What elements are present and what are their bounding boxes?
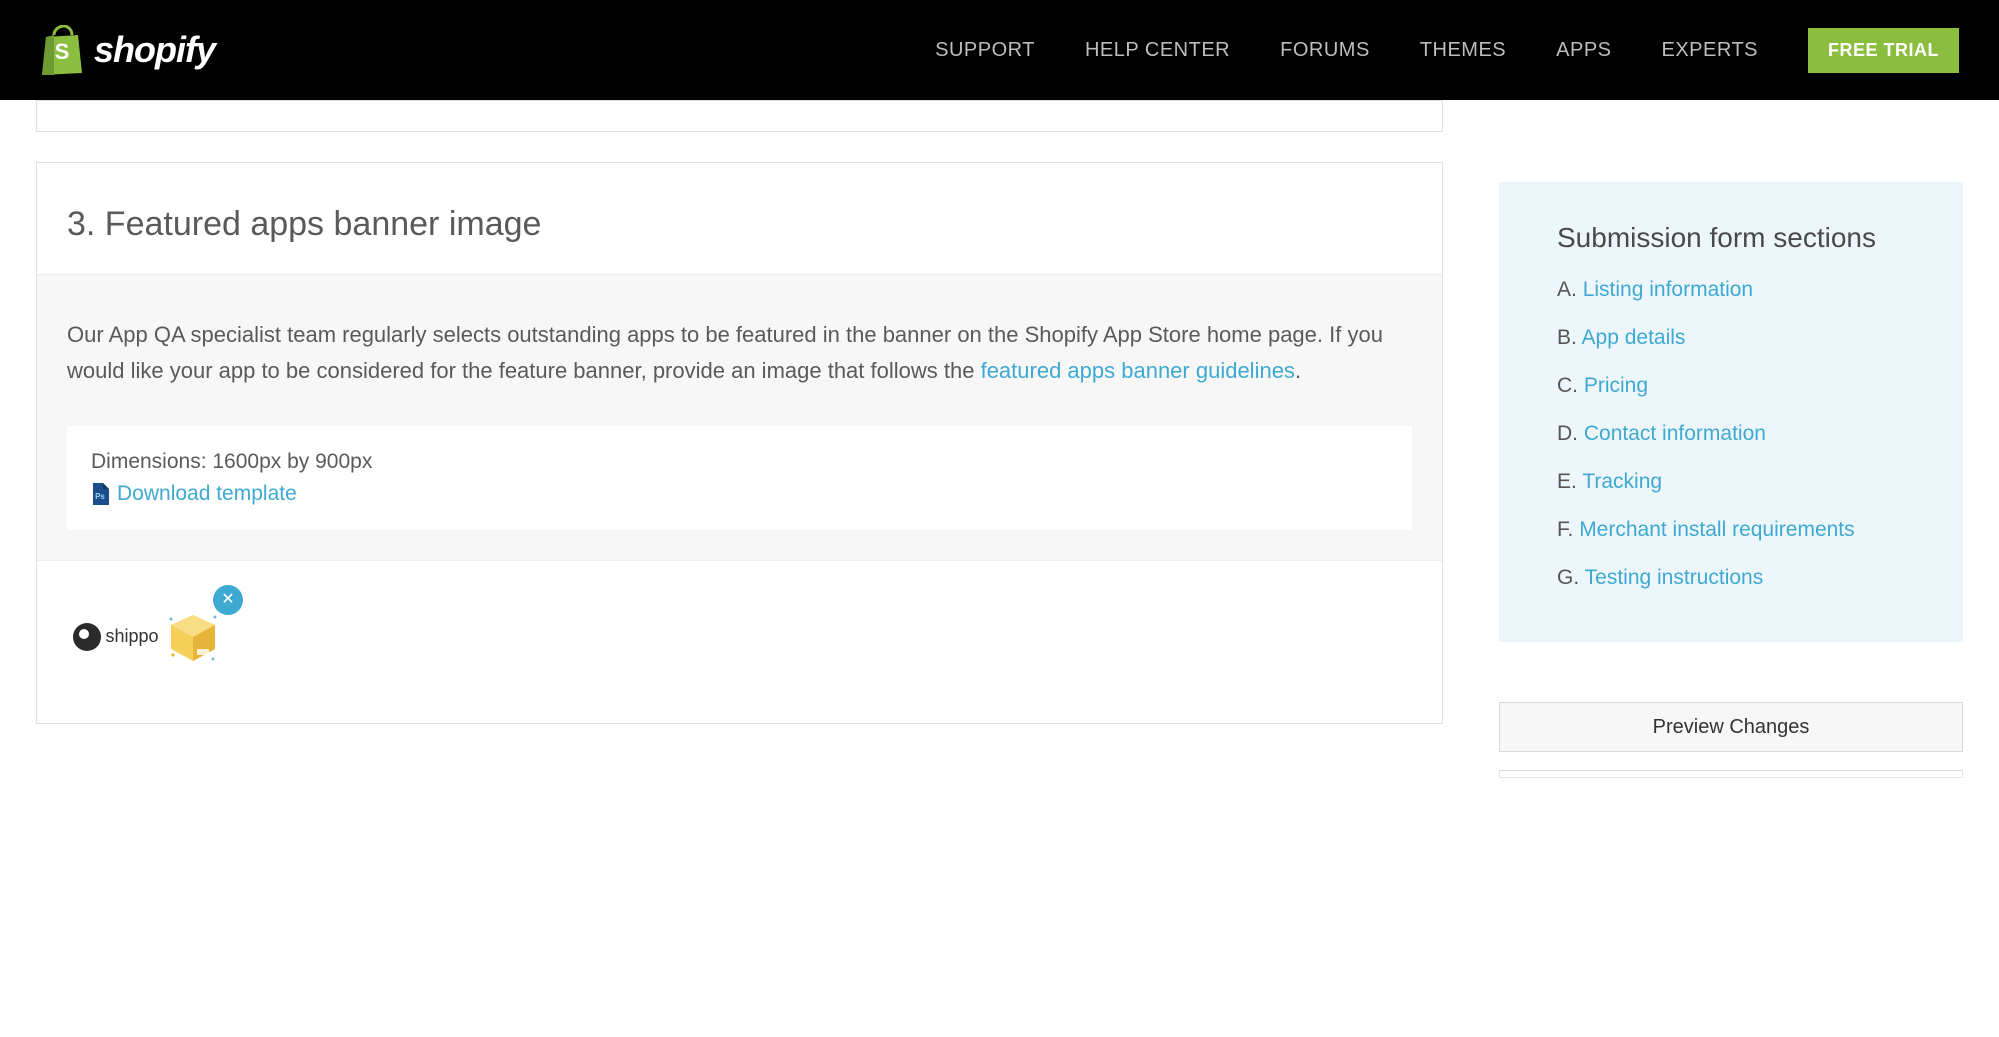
nav-support[interactable]: SUPPORT bbox=[935, 39, 1035, 62]
item-letter: D. bbox=[1557, 422, 1578, 445]
featured-apps-guidelines-link[interactable]: featured apps banner guidelines bbox=[981, 358, 1295, 383]
item-letter: F. bbox=[1557, 518, 1573, 541]
photoshop-file-icon: Ps bbox=[91, 483, 109, 505]
sections-nav-item-b: B. App details bbox=[1557, 326, 1905, 350]
dimensions-box: Dimensions: 1600px by 900px Ps Download … bbox=[67, 426, 1412, 530]
item-letter: A. bbox=[1557, 278, 1577, 301]
link-app-details[interactable]: App details bbox=[1582, 326, 1686, 349]
svg-text:S: S bbox=[55, 39, 70, 64]
link-listing-information[interactable]: Listing information bbox=[1583, 278, 1753, 301]
logo[interactable]: S shopify bbox=[40, 25, 215, 75]
section-title: 3. Featured apps banner image bbox=[67, 205, 1412, 244]
thumb-brand-text: shippo bbox=[105, 626, 158, 647]
sections-nav-item-c: C. Pricing bbox=[1557, 374, 1905, 398]
link-merchant-install-requirements[interactable]: Merchant install requirements bbox=[1579, 518, 1854, 541]
sections-nav-title: Submission form sections bbox=[1557, 222, 1905, 254]
sections-nav-item-e: E. Tracking bbox=[1557, 470, 1905, 494]
page-body: 3. Featured apps banner image Our App QA… bbox=[0, 100, 1999, 838]
preview-changes-button[interactable]: Preview Changes bbox=[1499, 702, 1963, 752]
shippo-logo-icon bbox=[73, 623, 101, 651]
link-tracking[interactable]: Tracking bbox=[1582, 470, 1662, 493]
item-letter: B. bbox=[1557, 326, 1577, 349]
close-icon: ✕ bbox=[221, 592, 234, 608]
nav-themes[interactable]: THEMES bbox=[1420, 39, 1506, 62]
uploaded-thumbnails: ✕ shippo bbox=[37, 561, 1442, 723]
thumb-brand: shippo bbox=[73, 623, 158, 651]
shopify-bag-icon: S bbox=[40, 25, 84, 75]
item-letter: G. bbox=[1557, 566, 1579, 589]
logo-text: shopify bbox=[94, 29, 215, 71]
section-card: 3. Featured apps banner image Our App QA… bbox=[36, 162, 1443, 724]
link-testing-instructions[interactable]: Testing instructions bbox=[1585, 566, 1764, 589]
box-illustration-icon bbox=[165, 609, 221, 665]
sections-nav-item-f: F. Merchant install requirements bbox=[1557, 518, 1905, 542]
svg-text:Ps: Ps bbox=[95, 492, 105, 501]
download-template-link[interactable]: Download template bbox=[117, 482, 297, 506]
section-description: Our App QA specialist team regularly sel… bbox=[67, 317, 1412, 390]
sections-nav-list: A. Listing information B. App details C.… bbox=[1557, 278, 1905, 590]
sections-nav-box: Submission form sections A. Listing info… bbox=[1499, 182, 1963, 642]
nav-apps[interactable]: APPS bbox=[1556, 39, 1611, 62]
dimensions-label: Dimensions: 1600px by 900px bbox=[91, 450, 1388, 474]
item-letter: C. bbox=[1557, 374, 1578, 397]
card-body: Our App QA specialist team regularly sel… bbox=[37, 274, 1442, 561]
next-button-fragment bbox=[1499, 770, 1963, 778]
sections-nav-item-d: D. Contact information bbox=[1557, 422, 1905, 446]
free-trial-button[interactable]: FREE TRIAL bbox=[1808, 28, 1959, 73]
previous-card-fragment bbox=[36, 100, 1443, 132]
top-nav: S shopify SUPPORT HELP CENTER FORUMS THE… bbox=[0, 0, 1999, 100]
nav-experts[interactable]: EXPERTS bbox=[1662, 39, 1759, 62]
nav-links: SUPPORT HELP CENTER FORUMS THEMES APPS E… bbox=[935, 28, 1959, 73]
download-row: Ps Download template bbox=[91, 482, 1388, 506]
side-column: Submission form sections A. Listing info… bbox=[1499, 100, 1963, 778]
main-column: 3. Featured apps banner image Our App QA… bbox=[36, 100, 1443, 778]
link-contact-information[interactable]: Contact information bbox=[1584, 422, 1766, 445]
sections-nav-item-a: A. Listing information bbox=[1557, 278, 1905, 302]
item-letter: E. bbox=[1557, 470, 1577, 493]
desc-text-2: . bbox=[1295, 358, 1301, 383]
nav-forums[interactable]: FORUMS bbox=[1280, 39, 1370, 62]
uploaded-thumb[interactable]: ✕ shippo bbox=[57, 591, 237, 683]
link-pricing[interactable]: Pricing bbox=[1584, 374, 1648, 397]
card-header: 3. Featured apps banner image bbox=[37, 163, 1442, 274]
nav-help-center[interactable]: HELP CENTER bbox=[1085, 39, 1230, 62]
sections-nav-item-g: G. Testing instructions bbox=[1557, 566, 1905, 590]
